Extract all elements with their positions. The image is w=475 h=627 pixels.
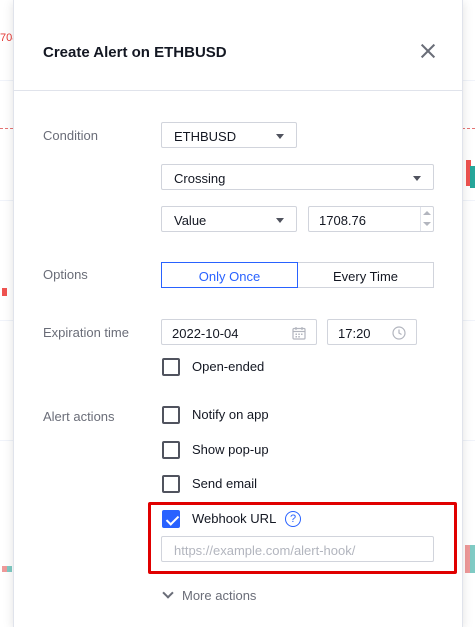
chevron-down-icon bbox=[276, 134, 284, 139]
every-time-button[interactable]: Every Time bbox=[298, 262, 434, 288]
chevron-down-icon bbox=[276, 218, 284, 223]
create-alert-dialog: Create Alert on ETHBUSD Condition ETHBUS… bbox=[13, 0, 463, 627]
alert-actions-label: Alert actions bbox=[43, 409, 115, 424]
send-email-label[interactable]: Send email bbox=[192, 476, 257, 491]
spin-down-icon[interactable] bbox=[423, 222, 431, 226]
send-email-checkbox[interactable] bbox=[162, 475, 180, 493]
help-icon[interactable]: ? bbox=[285, 511, 301, 527]
candle bbox=[7, 566, 12, 572]
close-icon[interactable] bbox=[420, 43, 436, 59]
spin-up-icon[interactable] bbox=[423, 211, 431, 215]
expiration-label: Expiration time bbox=[43, 325, 129, 340]
dialog-header: Create Alert on ETHBUSD bbox=[14, 0, 462, 91]
symbol-select[interactable]: ETHBUSD bbox=[161, 122, 297, 148]
expiration-date-value: 2022-10-04 bbox=[172, 326, 239, 341]
more-actions-label: More actions bbox=[182, 588, 257, 603]
condition-label: Condition bbox=[43, 128, 98, 143]
clock-icon[interactable] bbox=[392, 326, 406, 340]
type-value: Value bbox=[174, 213, 207, 228]
webhook-url-label[interactable]: Webhook URL bbox=[192, 511, 276, 526]
more-actions-toggle[interactable]: More actions bbox=[162, 587, 257, 603]
value-input[interactable]: 1708.76 bbox=[308, 206, 434, 232]
operator-select[interactable]: Crossing bbox=[161, 164, 434, 190]
only-once-button[interactable]: Only Once bbox=[161, 262, 298, 288]
calendar-icon[interactable] bbox=[292, 326, 306, 340]
dialog-title: Create Alert on ETHBUSD bbox=[43, 44, 227, 61]
expiration-date-input[interactable]: 2022-10-04 bbox=[161, 319, 317, 345]
notify-on-app-checkbox[interactable] bbox=[162, 406, 180, 424]
notify-on-app-label[interactable]: Notify on app bbox=[192, 407, 269, 422]
symbol-value: ETHBUSD bbox=[174, 129, 237, 144]
candle bbox=[2, 288, 7, 296]
open-ended-checkbox[interactable] bbox=[162, 358, 180, 376]
chevron-down-icon bbox=[413, 176, 421, 181]
type-select[interactable]: Value bbox=[161, 206, 297, 232]
value-text: 1708.76 bbox=[319, 213, 366, 228]
open-ended-label[interactable]: Open-ended bbox=[192, 359, 264, 374]
webhook-url-input[interactable]: https://example.com/alert-hook/ bbox=[161, 536, 434, 562]
value-spinner[interactable] bbox=[420, 207, 433, 231]
candle bbox=[470, 166, 475, 188]
options-label: Options bbox=[43, 267, 88, 282]
expiration-time-input[interactable]: 17:20 bbox=[327, 319, 417, 345]
show-popup-checkbox[interactable] bbox=[162, 441, 180, 459]
expiration-time-value: 17:20 bbox=[338, 326, 371, 341]
operator-value: Crossing bbox=[174, 171, 226, 186]
chevron-down-icon bbox=[162, 587, 174, 599]
show-popup-label[interactable]: Show pop-up bbox=[192, 442, 269, 457]
candle bbox=[470, 545, 475, 573]
webhook-url-checkbox[interactable] bbox=[162, 510, 180, 528]
